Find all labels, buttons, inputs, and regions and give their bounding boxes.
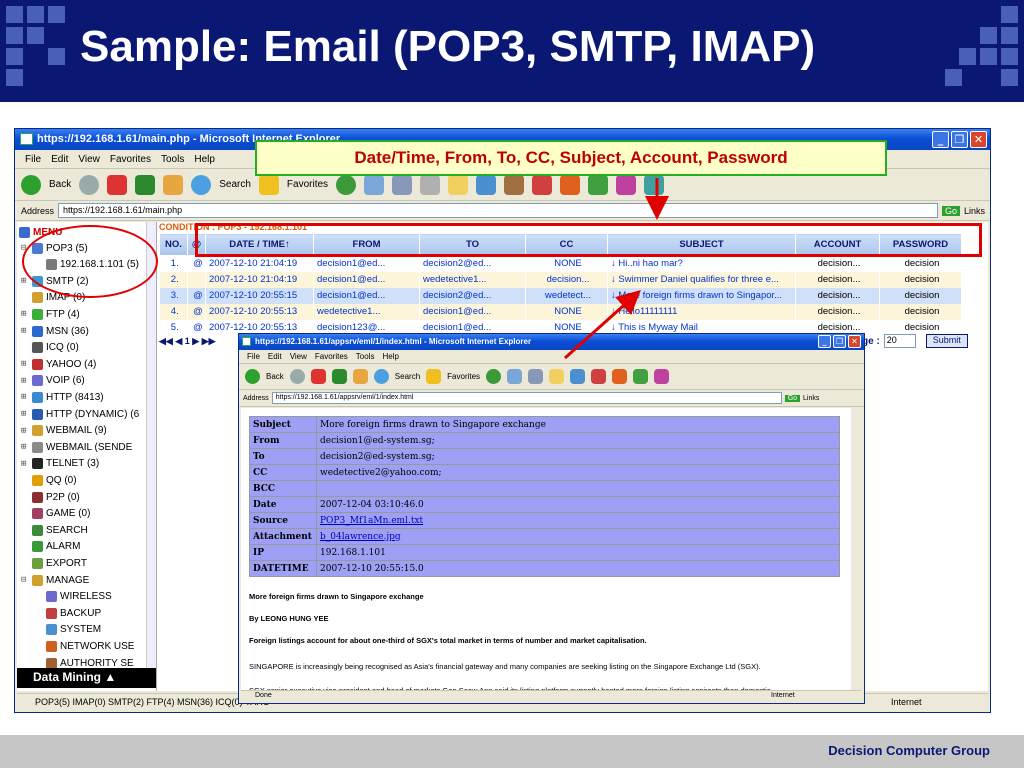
arrow-diagonal — [563, 289, 641, 360]
footer-company: Decision Computer Group — [828, 743, 990, 758]
slide-footer: Decision Computer Group — [0, 735, 1024, 768]
annotation-arrows — [563, 178, 669, 360]
